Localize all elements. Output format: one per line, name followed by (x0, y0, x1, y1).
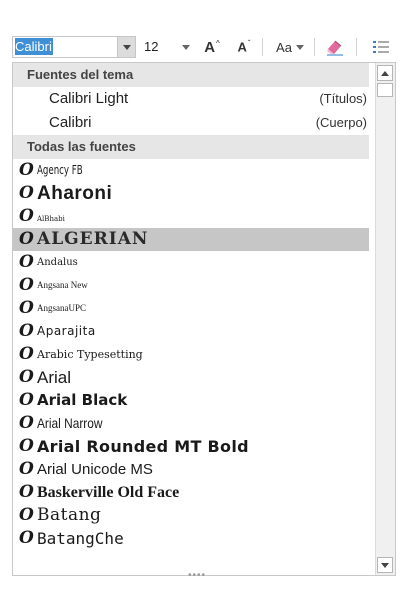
font-item-andalus[interactable]: O Andalus (13, 251, 369, 274)
opentype-icon: O (19, 206, 34, 226)
opentype-icon: O (19, 275, 34, 295)
chevron-down-icon (122, 44, 131, 50)
opentype-icon: O (19, 298, 34, 318)
theme-font-item[interactable]: Calibri (Cuerpo) (13, 111, 369, 135)
scroll-up-button[interactable] (377, 65, 393, 81)
grow-font-button[interactable]: A^ (200, 36, 224, 58)
font-name: AngsanaUPC (37, 303, 86, 313)
font-size-dropdown-button[interactable] (180, 36, 192, 58)
theme-font-role: (Cuerpo) (315, 115, 367, 130)
font-name: Aparajita (37, 324, 96, 338)
font-name: Aharoni (37, 183, 113, 204)
font-list: Fuentes del tema Calibri Light (Títulos)… (13, 63, 369, 575)
opentype-icon: O (19, 160, 34, 180)
change-case-button[interactable]: Aa (270, 36, 310, 58)
font-dropdown-panel: Fuentes del tema Calibri Light (Títulos)… (12, 62, 396, 576)
font-item-baskerville-old-face[interactable]: O Baskerville Old Face (13, 481, 369, 504)
font-name: Arial Rounded MT Bold (37, 437, 249, 456)
font-name: ALGERIAN (37, 229, 149, 249)
theme-font-name: Calibri Light (49, 90, 129, 107)
font-item-algerian[interactable]: O ALGERIAN (13, 228, 369, 251)
font-item-arial-unicode-ms[interactable]: O Arial Unicode MS (13, 458, 369, 481)
font-name: Andalus (37, 257, 78, 268)
font-name: Arial Narrow (37, 415, 103, 431)
chevron-down-icon (295, 44, 304, 50)
font-name: Batang (37, 505, 102, 525)
bullets-button[interactable] (366, 36, 396, 58)
font-name: Baskerville Old Face (37, 484, 180, 501)
font-item-arial-rounded-mt-bold[interactable]: O Arial Rounded MT Bold (13, 435, 369, 458)
font-item-arabic-typesetting[interactable]: O Arabic Typesetting (13, 343, 369, 366)
opentype-icon: O (19, 321, 34, 341)
font-item-batangche[interactable]: O BatangChe (13, 527, 369, 550)
change-case-label: Aa (276, 39, 292, 55)
bullet-list-icon (373, 41, 389, 53)
font-name: Arial Unicode MS (37, 461, 153, 478)
font-list-scrollbar[interactable] (375, 63, 395, 575)
font-item-agency-fb[interactable]: O Agency FB (13, 159, 369, 182)
all-fonts-header: Todas las fuentes (13, 135, 369, 159)
scroll-thumb[interactable] (377, 83, 393, 97)
font-item-angsana-new[interactable]: O Angsana New (13, 274, 369, 297)
font-name-combobox[interactable]: Calibri (12, 36, 136, 58)
theme-font-name: Calibri (49, 114, 92, 131)
font-item-angsanaupc[interactable]: O AngsanaUPC (13, 297, 369, 320)
font-item-batang[interactable]: O Batang (13, 504, 369, 527)
opentype-icon: O (19, 390, 34, 410)
font-size-combobox[interactable]: 12 (140, 36, 194, 58)
font-item-arial-black[interactable]: O Arial Black (13, 389, 369, 412)
shrink-font-button[interactable]: Aˇ (232, 36, 256, 58)
theme-font-item[interactable]: Calibri Light (Títulos) (13, 87, 369, 111)
toolbar-separator (262, 38, 263, 56)
opentype-icon: O (19, 252, 34, 272)
resize-grip[interactable]: •••• (188, 570, 206, 581)
theme-fonts-header: Fuentes del tema (13, 63, 369, 87)
font-item-albhabi[interactable]: O AlBhabi (13, 205, 369, 228)
theme-font-role: (Títulos) (319, 91, 367, 106)
font-name: Arabic Typesetting (37, 348, 143, 361)
opentype-icon: O (19, 229, 34, 249)
font-name: Agency FB (37, 163, 83, 177)
font-item-aparajita[interactable]: O Aparajita (13, 320, 369, 343)
font-name-value: Calibri (15, 38, 53, 55)
font-name: Arial Black (37, 391, 128, 409)
ribbon-toolbar: Calibri 12 A^ Aˇ Aa (0, 0, 414, 62)
chevron-down-icon (182, 44, 190, 50)
font-name: Angsana New (37, 280, 88, 290)
opentype-icon: O (19, 344, 34, 364)
font-item-aharoni[interactable]: O Aharoni (13, 182, 369, 205)
font-name-input[interactable]: Calibri (13, 37, 117, 57)
eraser-icon (327, 40, 343, 56)
opentype-icon: O (19, 436, 34, 456)
scroll-down-icon (381, 562, 389, 568)
opentype-icon: O (19, 413, 34, 433)
grow-font-icon: A^ (204, 38, 220, 56)
font-name: BatangChe (37, 529, 124, 548)
opentype-icon: O (19, 183, 34, 203)
opentype-icon: O (19, 528, 34, 548)
toolbar-separator (314, 38, 315, 56)
toolbar-separator (356, 38, 357, 56)
font-item-arial-narrow[interactable]: O Arial Narrow (13, 412, 369, 435)
clear-formatting-button[interactable] (320, 36, 350, 58)
opentype-icon: O (19, 482, 34, 502)
font-item-arial[interactable]: O Arial (13, 366, 369, 389)
scroll-down-button[interactable] (377, 557, 393, 573)
shrink-font-icon: Aˇ (237, 39, 251, 55)
scroll-up-icon (381, 70, 389, 76)
opentype-icon: O (19, 459, 34, 479)
font-name-dropdown-button[interactable] (117, 37, 135, 57)
opentype-icon: O (19, 367, 34, 387)
font-name: Arial (37, 368, 72, 387)
font-size-value[interactable]: 12 (144, 36, 158, 58)
opentype-icon: O (19, 505, 34, 525)
